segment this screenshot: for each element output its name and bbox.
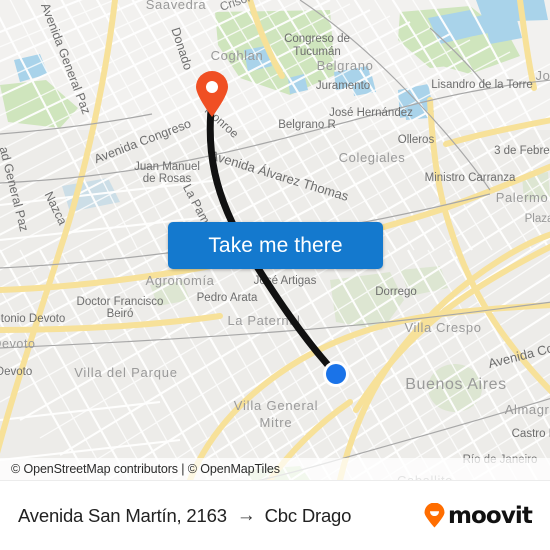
map-label: Villa Crespo	[404, 320, 481, 335]
map-label: Villa del Parque	[74, 365, 178, 380]
map-label: Mitre	[260, 415, 293, 430]
moovit-logo[interactable]: moovit	[424, 502, 533, 529]
map-label: de Rosas	[143, 173, 192, 185]
trip-origin-label: Avenida San Martín, 2163	[18, 504, 227, 526]
map-label: Colegiales	[339, 150, 406, 165]
map-label: Jo	[536, 68, 550, 83]
map-label: Belgrano	[317, 58, 374, 73]
map-label: Beiró	[107, 308, 134, 320]
map-label: Congreso de	[284, 33, 350, 45]
take-me-there-button[interactable]: Take me there	[168, 222, 383, 269]
trip-footer: Avenida San Martín, 2163 → Cbc Drago moo…	[0, 480, 550, 550]
moovit-trip-screen: Saavedra Crisol Avenida General Paz Donado C…	[0, 0, 550, 550]
map-label: 3 de Febrero	[494, 145, 550, 157]
map-label: Pedro Arata	[197, 292, 258, 304]
map-label: Villa General	[234, 398, 319, 413]
map-label: José Hernández	[329, 107, 413, 119]
moovit-wordmark: moovit	[447, 502, 533, 529]
map-label: Ministro Carranza	[425, 172, 516, 184]
map-attribution: © OpenStreetMap contributors | © OpenMap…	[0, 458, 550, 480]
map-label: Antonio Devoto	[0, 313, 65, 325]
trip-summary: Avenida San Martín, 2163 → Cbc Drago	[18, 505, 351, 527]
arrow-right-icon: →	[236, 504, 256, 526]
map-label: Buenos Aires	[405, 376, 506, 393]
map-label: Tucumán	[293, 46, 341, 58]
map-label: Juan Manuel	[134, 161, 200, 173]
map-label: Lisandro de la Torre	[431, 79, 532, 91]
map-label: Devoto	[0, 337, 36, 351]
map-label: Coghlan	[211, 48, 264, 63]
map-label: Belgrano R	[278, 119, 336, 131]
moovit-pin-icon	[424, 503, 445, 528]
map-label: Almagro	[505, 402, 550, 417]
map-label: Dorrego	[375, 286, 417, 298]
map-label: Castro B	[512, 428, 550, 440]
destination-dot-marker[interactable]	[321, 359, 351, 389]
map-label: Palermo	[496, 190, 549, 205]
map-label: Olleros	[398, 134, 435, 146]
map-label: Plaza	[525, 213, 550, 225]
origin-pin-marker[interactable]	[194, 70, 230, 118]
map-label: Doctor Francisco	[77, 296, 164, 308]
map-label: Saavedra	[146, 0, 207, 12]
map-label: Agronomía	[146, 273, 215, 288]
trip-destination-label: Cbc Drago	[264, 504, 352, 526]
map-label: Juramento	[316, 80, 370, 92]
map-label: Devoto	[0, 366, 32, 378]
